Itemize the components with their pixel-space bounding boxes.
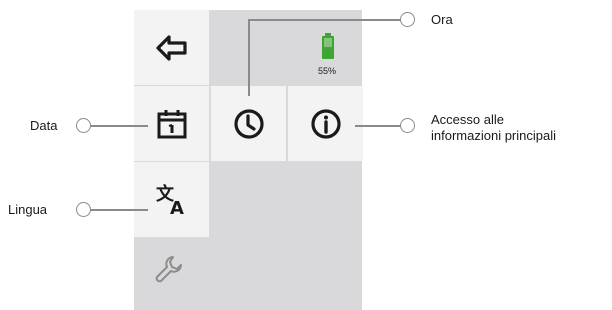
- svg-text:A: A: [170, 198, 184, 217]
- date-button[interactable]: [134, 86, 209, 161]
- data-callout-line: [90, 125, 148, 127]
- language-button[interactable]: 文 A: [134, 162, 209, 237]
- back-arrow-icon: [155, 34, 187, 61]
- settings-button[interactable]: [146, 250, 192, 290]
- lingua-callout-marker: [76, 202, 91, 217]
- data-label: Data: [30, 118, 58, 133]
- ora-callout-line-h: [248, 19, 402, 21]
- back-button[interactable]: [134, 10, 209, 85]
- info-callout-line: [355, 125, 401, 127]
- info-callout-marker: [400, 118, 415, 133]
- calendar-icon: [157, 109, 186, 138]
- lingua-callout-line: [90, 209, 148, 211]
- ora-label: Ora: [431, 12, 453, 27]
- data-callout-marker: [76, 118, 91, 133]
- wrench-icon: [155, 256, 182, 283]
- info-icon: [310, 108, 341, 139]
- info-label-line1: Accesso alle: [431, 112, 504, 127]
- ora-callout-line: [248, 20, 250, 96]
- time-button[interactable]: [211, 86, 286, 161]
- info-label-line2: informazioni principali: [431, 128, 556, 143]
- translate-icon: 文 A: [156, 183, 184, 217]
- lingua-label: Lingua: [8, 202, 48, 217]
- battery-percent: 55%: [318, 66, 337, 76]
- ora-callout-marker: [400, 12, 415, 27]
- info-button[interactable]: [288, 86, 363, 161]
- battery-icon: [322, 33, 334, 59]
- clock-icon: [233, 108, 264, 139]
